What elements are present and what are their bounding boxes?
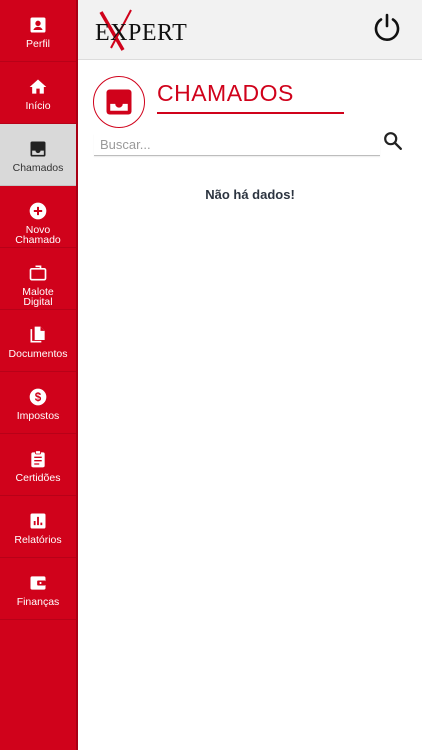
sidebar-item-label: Finanças xyxy=(16,596,60,608)
top-bar: EXPERT xyxy=(78,0,422,60)
sidebar-item-label: Relatórios xyxy=(14,534,62,546)
sidebar-item-documentos[interactable]: Documentos xyxy=(0,310,76,372)
inbox-icon xyxy=(106,89,132,115)
briefcase-icon xyxy=(27,262,49,284)
search-input[interactable] xyxy=(94,134,380,156)
home-icon xyxy=(27,76,49,98)
sidebar-item-inicio[interactable]: Início xyxy=(0,62,76,124)
sidebar-item-novo-chamado[interactable]: Novo Chamado xyxy=(0,186,76,248)
page-title: CHAMADOS xyxy=(157,80,294,106)
expert-logo[interactable]: EXPERT xyxy=(93,8,203,52)
title-underline xyxy=(157,112,344,114)
sidebar-item-relatorios[interactable]: Relatórios xyxy=(0,496,76,558)
svg-text:$: $ xyxy=(35,391,42,404)
sidebar-item-certidoes[interactable]: Certidões xyxy=(0,434,76,496)
sidebar-item-chamados[interactable]: Chamados xyxy=(0,124,76,186)
add-circle-icon xyxy=(27,200,49,222)
sidebar-item-perfil[interactable]: Perfil xyxy=(0,0,76,62)
empty-state-message: Não há dados! xyxy=(205,187,295,202)
documents-icon xyxy=(27,324,49,346)
bar-chart-icon xyxy=(27,510,49,532)
page-header-icon xyxy=(93,76,145,128)
inbox-icon xyxy=(27,138,49,160)
wallet-icon xyxy=(27,572,49,594)
search-icon[interactable] xyxy=(382,130,404,152)
sidebar-item-label: Novo Chamado xyxy=(15,224,61,246)
sidebar: Perfil Início Chamados Novo Chamado Malo… xyxy=(0,0,78,750)
sidebar-item-impostos[interactable]: $ Impostos xyxy=(0,372,76,434)
sidebar-item-malote-digital[interactable]: Malote Digital xyxy=(0,248,76,310)
person-icon xyxy=(27,14,49,36)
sidebar-item-label: Perfil xyxy=(26,38,50,50)
sidebar-item-label: Início xyxy=(25,100,51,112)
sidebar-item-label: Impostos xyxy=(16,410,60,422)
sidebar-item-label: Chamados xyxy=(12,162,64,174)
sidebar-item-label: Documentos xyxy=(8,348,68,360)
logo-text: EXPERT xyxy=(95,20,188,46)
sidebar-item-label: Malote Digital xyxy=(22,286,54,308)
clipboard-icon xyxy=(27,448,49,470)
power-icon[interactable] xyxy=(372,12,402,42)
sidebar-item-label: Certidões xyxy=(15,472,61,484)
dollar-icon: $ xyxy=(27,386,49,408)
sidebar-item-financas[interactable]: Finanças xyxy=(0,558,76,620)
